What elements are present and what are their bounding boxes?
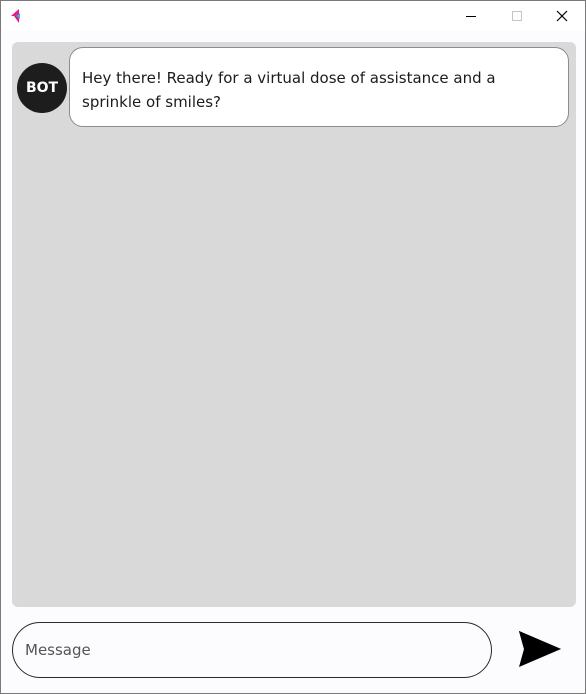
chat-messages-area[interactable]: BOT Hey there! Ready for a virtual dose … xyxy=(12,42,576,607)
minimize-button[interactable] xyxy=(448,1,494,31)
maximize-icon xyxy=(511,7,523,26)
minimize-icon xyxy=(465,7,477,26)
bot-avatar: BOT xyxy=(17,63,67,113)
send-button[interactable] xyxy=(514,627,566,673)
close-icon xyxy=(556,7,568,26)
bot-message-bubble: Hey there! Ready for a virtual dose of a… xyxy=(69,47,569,127)
close-button[interactable] xyxy=(539,1,585,31)
send-icon xyxy=(517,629,563,672)
title-bar xyxy=(1,1,585,31)
flutter-logo-icon xyxy=(10,8,26,24)
maximize-button[interactable] xyxy=(494,1,540,31)
message-input[interactable] xyxy=(12,622,492,678)
app-window: BOT Hey there! Ready for a virtual dose … xyxy=(0,0,586,694)
